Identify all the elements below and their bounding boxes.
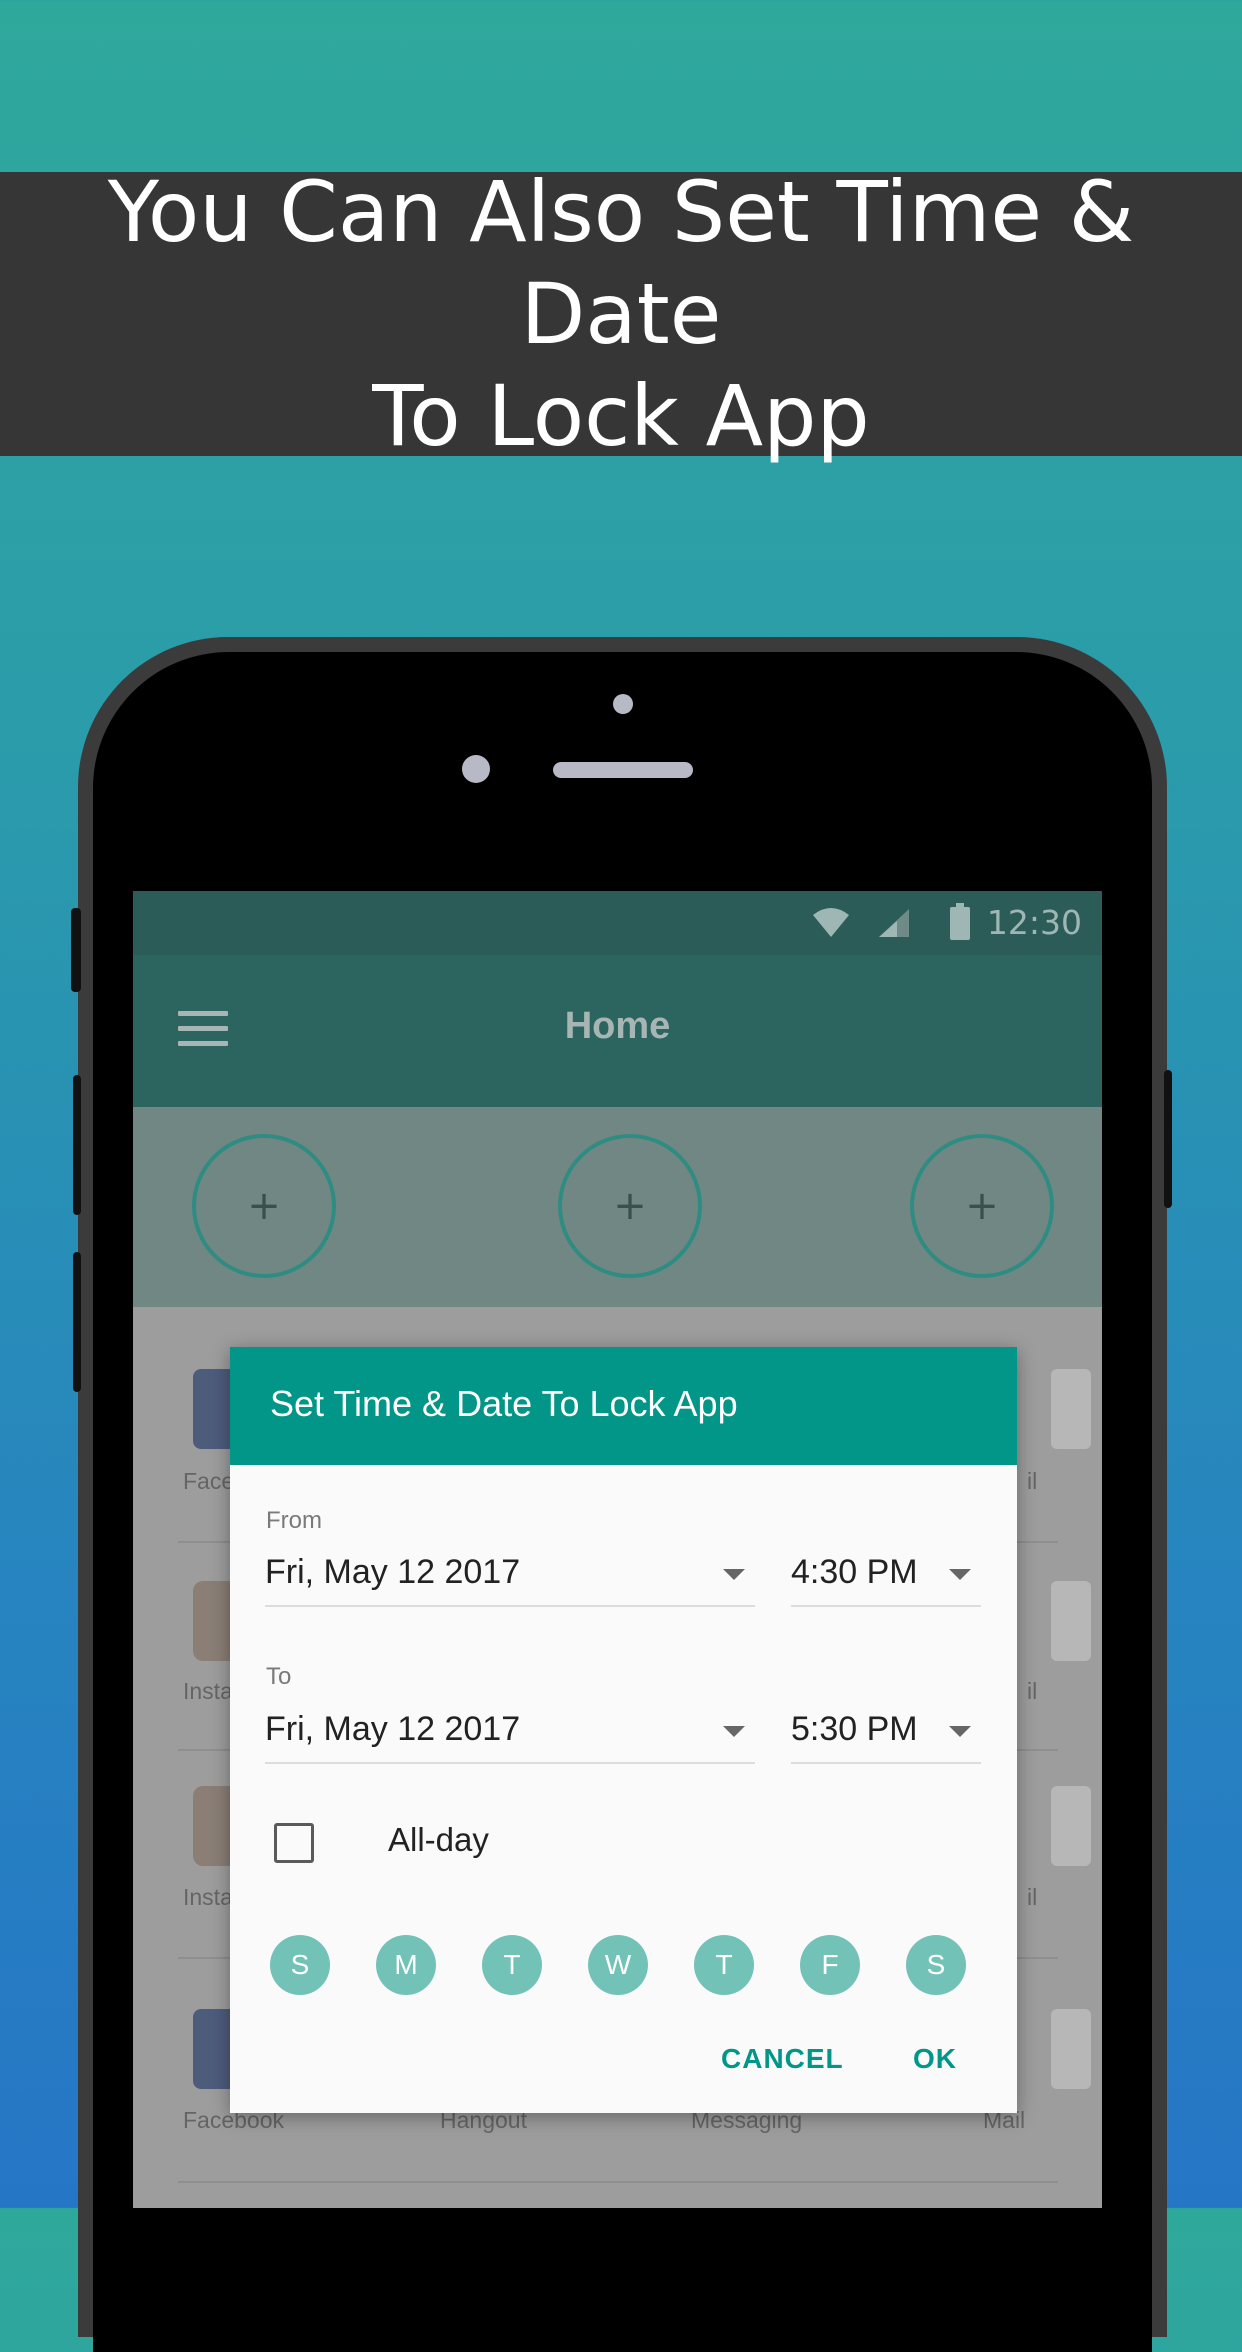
app-label: Insta — [183, 1678, 233, 1704]
signal-icon — [879, 909, 909, 937]
proximity-sensor — [613, 694, 633, 714]
add-slot-button[interactable]: + — [558, 1134, 702, 1278]
day-chip-monday[interactable]: M — [376, 1935, 436, 1995]
app-bar: Home — [133, 955, 1102, 1107]
dropdown-arrow-icon — [723, 1726, 745, 1737]
allday-label: All-day — [388, 1821, 489, 1858]
locked-app-slots: + + + — [133, 1107, 1102, 1307]
app-label: Face — [183, 1468, 235, 1494]
day-chip-thursday[interactable]: T — [694, 1935, 754, 1995]
day-chip-wednesday[interactable]: W — [588, 1935, 648, 1995]
from-date-value: Fri, May 12 2017 — [265, 1553, 521, 1591]
battery-icon — [950, 903, 970, 940]
to-date-value: Fri, May 12 2017 — [265, 1710, 521, 1748]
day-chip-tuesday[interactable]: T — [482, 1935, 542, 1995]
front-camera — [462, 755, 490, 783]
wifi-icon — [813, 908, 849, 937]
to-date-dropdown[interactable]: Fri, May 12 2017 — [265, 1702, 755, 1764]
app-label: Insta — [183, 1884, 233, 1910]
phone-volume-up — [73, 1075, 81, 1215]
day-chip-saturday[interactable]: S — [906, 1935, 966, 1995]
mail-app-icon[interactable] — [1051, 2009, 1091, 2089]
phone-volume-down — [73, 1252, 81, 1392]
allday-checkbox[interactable] — [274, 1823, 314, 1863]
from-time-value: 4:30 PM — [791, 1553, 918, 1591]
add-slot-button[interactable]: + — [910, 1134, 1054, 1278]
app-title: Home — [564, 1005, 671, 1047]
earpiece-speaker — [553, 762, 693, 778]
ok-button[interactable]: OK — [913, 2043, 957, 2075]
phone-power-button — [1164, 1070, 1172, 1208]
banner-heading: You Can Also Set Time & Date To Lock App — [0, 161, 1242, 467]
mail-app-icon[interactable] — [1051, 1581, 1091, 1661]
status-bar: 12:30 — [133, 891, 1102, 955]
schedule-lock-dialog: Set Time & Date To Lock App From Fri, Ma… — [230, 1347, 1017, 2113]
phone-side-button — [71, 908, 81, 992]
day-chip-sunday[interactable]: S — [270, 1935, 330, 1995]
status-time: 12:30 — [986, 903, 1082, 942]
dropdown-arrow-icon — [949, 1726, 971, 1737]
day-chip-friday[interactable]: F — [800, 1935, 860, 1995]
dropdown-arrow-icon — [723, 1569, 745, 1580]
from-date-dropdown[interactable]: Fri, May 12 2017 — [265, 1545, 755, 1607]
app-label: il — [1027, 1884, 1038, 1910]
mail-app-icon[interactable] — [1051, 1786, 1091, 1866]
add-slot-button[interactable]: + — [192, 1134, 336, 1278]
app-label: il — [1027, 1468, 1038, 1494]
banner-line-1: You Can Also Set Time & Date — [107, 163, 1135, 363]
dialog-title: Set Time & Date To Lock App — [270, 1383, 738, 1424]
from-time-dropdown[interactable]: 4:30 PM — [791, 1545, 981, 1607]
mail-app-icon[interactable] — [1051, 1369, 1091, 1449]
from-label: From — [266, 1507, 322, 1534]
to-time-dropdown[interactable]: 5:30 PM — [791, 1702, 981, 1764]
to-time-value: 5:30 PM — [791, 1710, 918, 1748]
cancel-button[interactable]: CANCEL — [721, 2043, 844, 2075]
dropdown-arrow-icon — [949, 1569, 971, 1580]
app-label: il — [1027, 1678, 1038, 1704]
banner-line-2: To Lock App — [372, 367, 870, 465]
to-label: To — [266, 1663, 292, 1690]
row-divider — [178, 2181, 1058, 2183]
promo-banner: You Can Also Set Time & Date To Lock App — [0, 163, 1242, 465]
dialog-header: Set Time & Date To Lock App — [230, 1347, 1017, 1465]
